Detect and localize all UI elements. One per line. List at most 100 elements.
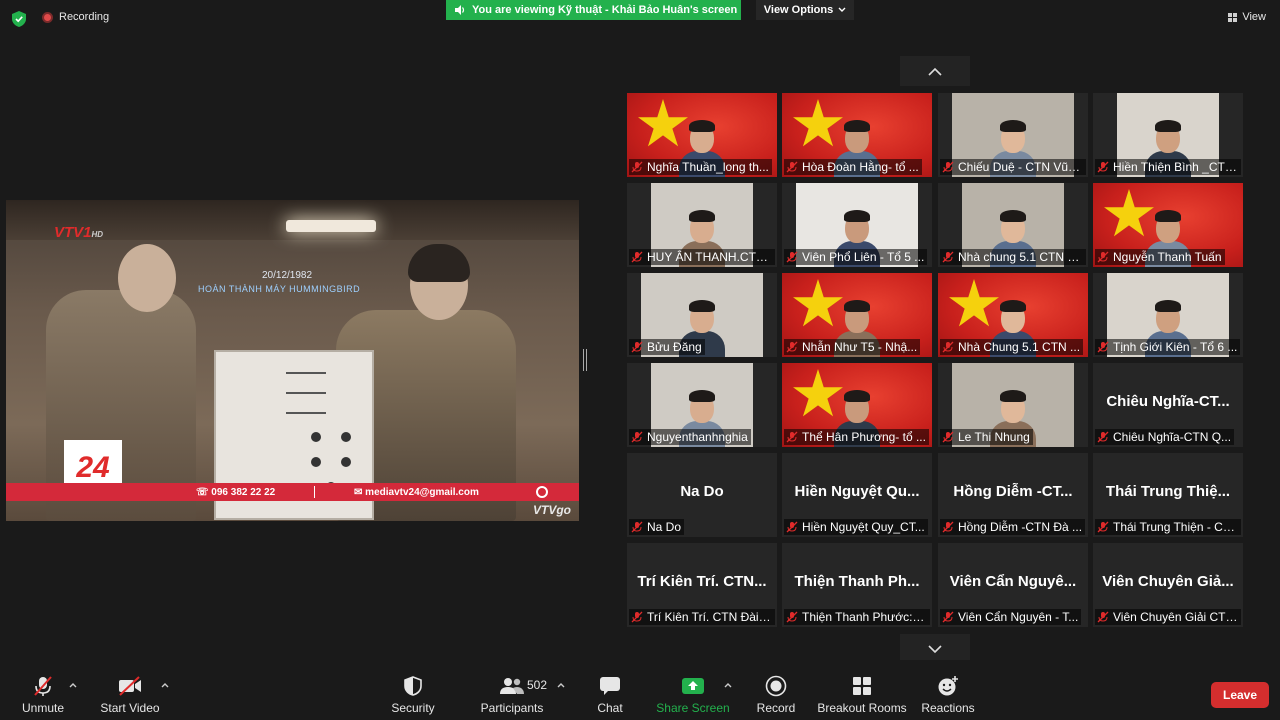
share-screen-icon [681,674,705,698]
participant-tile[interactable]: Nguyễn Thanh Tuấn [1093,183,1243,267]
participant-name-label: Nghĩa Thuần_long th... [629,159,772,175]
participant-tile[interactable]: Chiêu Nghĩa-CT... Chiêu Nghĩa-CTN Q... [1093,363,1243,447]
muted-mic-icon [1097,611,1109,623]
participant-name-label: Nguyenthanhnghia [629,429,751,445]
audio-options-caret-icon[interactable] [68,680,78,690]
flag-star-icon [949,279,999,327]
muted-mic-icon [786,611,798,623]
vtv1-logo-text: VTV1 [54,224,92,241]
participant-tile[interactable]: Nguyenthanhnghia [627,363,777,447]
participant-tile[interactable]: Hồng Diễm -CT... Hồng Diễm -CTN Đà ... [938,453,1088,537]
participant-tile[interactable]: Nhẫn Như T5 - Nhậ... [782,273,932,357]
speaker-icon [455,5,465,15]
participant-hair [1000,300,1026,312]
participant-name-label: Nguyễn Thanh Tuấn [1095,249,1225,265]
contact-phone: ☏ 096 382 22 22 [196,486,276,498]
participant-tile[interactable]: Thái Trung Thiệ... Thái Trung Thiện - CT.… [1093,453,1243,537]
participant-name-text: Chiếu Duệ - CTN Vũn... [958,160,1083,174]
participant-name-label: Hồng Diễm -CTN Đà ... [940,519,1086,535]
participant-hair [1000,120,1026,132]
share-screen-button[interactable]: Share Screen [656,660,730,720]
participant-tile[interactable]: Thiện Thanh Ph... Thiện Thanh Phước: Đ... [782,543,932,627]
participant-tile[interactable]: HUY ÂN THANH.CTN ... [627,183,777,267]
chat-button[interactable]: Chat [590,660,630,720]
participant-tile[interactable]: Hiền Thiện Bình _CTN ... [1093,93,1243,177]
participant-tile[interactable]: Nhà Chung 5.1 CTN ... [938,273,1088,357]
muted-mic-icon [631,341,643,353]
breakout-rooms-label: Breakout Rooms [817,701,907,715]
participant-hair [844,390,870,402]
machine-line [286,412,326,414]
machine-knob [311,432,321,442]
video-options-caret-icon[interactable] [160,680,170,690]
share-options-caret-icon[interactable] [723,680,733,690]
gallery-page-up-button[interactable] [900,56,970,86]
reactions-button[interactable]: Reactions [920,660,976,720]
contact-phone-text: 096 382 22 22 [211,486,276,498]
smiley-plus-icon [937,674,959,698]
muted-mic-icon [1097,161,1109,173]
participant-name-label: Chiếu Duệ - CTN Vũn... [940,159,1086,175]
machine-line [286,372,326,374]
participant-tile[interactable]: Viên Cẩn Nguyê... Viên Cẩn Nguyên - T... [938,543,1088,627]
participant-hair [1155,210,1181,222]
participant-tile[interactable]: Viên Chuyên Giả... Viên Chuyên Giải CTN..… [1093,543,1243,627]
muted-mic-icon [1097,521,1109,533]
participant-tile[interactable]: Nhà chung 5.1 CTN H... [938,183,1088,267]
participant-tile[interactable]: Viên Phổ Liên - Tổ 5 ... [782,183,932,267]
participant-name-text: Nhà chung 5.1 CTN H... [958,250,1083,264]
participant-name-text: Hồng Diễm -CTN Đà ... [958,520,1083,534]
security-label: Security [391,701,435,715]
panel-splitter-handle[interactable] [583,349,587,371]
participant-name-text: Hiền Thiện Bình _CTN ... [1113,160,1238,174]
participant-hair [844,210,870,222]
participant-name-text: Le Thi Nhung [958,430,1030,444]
participants-options-caret-icon[interactable] [556,680,566,690]
muted-mic-icon [1097,431,1109,443]
participant-tile[interactable]: Na Do Na Do [627,453,777,537]
participant-tile[interactable]: Hòa Đoàn Hằng- tổ ... [782,93,932,177]
contact-bar: ☏ 096 382 22 22 ✉ mediavtv24@gmail.com [6,483,579,501]
chevron-down-icon [838,7,846,12]
participant-tile[interactable]: Tịnh Giới Kiên - Tổ 6 ... [1093,273,1243,357]
machine-knob [311,457,321,467]
participant-tile[interactable]: Chiếu Duệ - CTN Vũn... [938,93,1088,177]
participant-name-label: Thể Hân Phương- tổ ... [784,429,929,445]
view-layout-button[interactable]: View [1228,11,1266,23]
participant-display-name: Viên Cẩn Nguyê... [949,573,1077,590]
record-icon [765,674,787,698]
participant-display-name: Chiêu Nghĩa-CT... [1106,393,1230,410]
participant-tile[interactable]: Le Thi Nhung [938,363,1088,447]
participant-name-text: Nguyễn Thanh Tuấn [1113,250,1222,264]
machine-knob [341,457,351,467]
participant-tile[interactable]: Nghĩa Thuần_long th... [627,93,777,177]
contact-email-text: mediavtv24@gmail.com [365,486,479,498]
muted-mic-icon [631,251,643,263]
participant-tile[interactable]: Thể Hân Phương- tổ ... [782,363,932,447]
participant-name-label: Hòa Đoàn Hằng- tổ ... [784,159,922,175]
participant-tile[interactable]: Trí Kiên Trí. CTN... Trí Kiên Trí. CTN Đà… [627,543,777,627]
participant-name-text: Nhà Chung 5.1 CTN ... [958,340,1081,354]
breakout-rooms-button[interactable]: Breakout Rooms [817,660,907,720]
participant-name-text: Bửu Đăng [647,340,702,354]
flag-star-icon [793,99,843,147]
participant-hair [1155,300,1181,312]
leave-button[interactable]: Leave [1211,682,1269,708]
muted-mic-icon [942,251,954,263]
encryption-shield-icon[interactable] [12,11,26,27]
participant-name-text: HUY ÂN THANH.CTN ... [647,250,772,264]
participant-tile[interactable]: Hiền Nguyệt Qu... Hiền Nguyệt Quy_CT... [782,453,932,537]
participant-display-name: Na Do [680,483,724,500]
start-video-button[interactable]: Start Video [100,660,160,720]
recording-indicator[interactable]: Recording [42,11,109,23]
participant-hair [689,300,715,312]
participant-name-text: Trí Kiên Trí. CTN Đài L... [647,610,772,624]
person-right-hair [408,244,470,282]
participant-tile[interactable]: Bửu Đăng [627,273,777,357]
unmute-button[interactable]: Unmute [16,660,70,720]
view-label: View [1242,11,1266,23]
record-button[interactable]: Record [754,660,798,720]
view-options-button[interactable]: View Options [756,0,854,20]
security-button[interactable]: Security [388,660,438,720]
participant-name-label: Bửu Đăng [629,339,705,355]
